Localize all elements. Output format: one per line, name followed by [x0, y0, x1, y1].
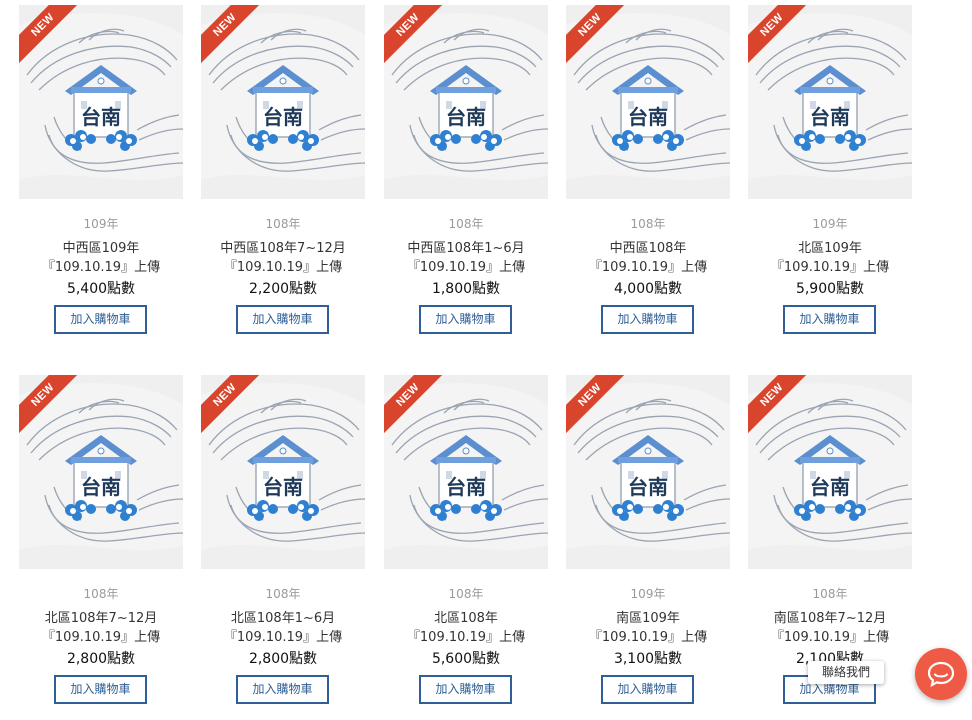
contact-us-button[interactable] — [915, 648, 967, 700]
product-thumbnail[interactable]: 台南 NEW — [201, 375, 365, 569]
product-thumbnail[interactable]: 台南 NEW — [384, 375, 548, 569]
product-title[interactable]: 中西區108年1~6月 — [384, 237, 548, 256]
product-points: 5,900點數 — [795, 281, 865, 297]
product-points: 5,600點數 — [431, 651, 501, 667]
product-title[interactable]: 南區108年7~12月 — [748, 607, 912, 626]
upload-date: 『109.10.19』上傳 — [41, 630, 161, 645]
product-year: 109年 — [83, 217, 119, 231]
product-title[interactable]: 北區109年 — [748, 237, 912, 256]
upload-date: 『109.10.19』上傳 — [588, 630, 708, 645]
product-year: 109年 — [630, 587, 666, 601]
product-thumbnail[interactable]: 台南 NEW — [566, 375, 730, 569]
product-points: 3,100點數 — [613, 651, 683, 667]
thumbnail-city-label: 台南 — [446, 475, 486, 499]
add-to-cart-button[interactable]: 加入購物車 — [236, 675, 329, 704]
product-thumbnail[interactable]: 台南 NEW — [566, 5, 730, 199]
upload-date: 『109.10.19』上傳 — [41, 260, 161, 275]
product-year: 108年 — [265, 217, 301, 231]
upload-date: 『109.10.19』上傳 — [406, 630, 526, 645]
add-to-cart-button[interactable]: 加入購物車 — [601, 675, 694, 704]
thumbnail-city-label: 台南 — [263, 105, 303, 129]
chat-icon — [927, 661, 955, 687]
add-to-cart-button[interactable]: 加入購物車 — [419, 675, 512, 704]
thumbnail-city-label: 台南 — [810, 475, 850, 499]
product-title[interactable]: 中西區108年7~12月 — [201, 237, 365, 256]
product-points: 1,800點數 — [431, 281, 501, 297]
thumbnail-city-label: 台南 — [628, 105, 668, 129]
product-thumbnail[interactable]: 台南 NEW — [748, 5, 912, 199]
add-to-cart-button[interactable]: 加入購物車 — [236, 305, 329, 334]
add-to-cart-button[interactable]: 加入購物車 — [419, 305, 512, 334]
thumbnail-city-label: 台南 — [263, 475, 303, 499]
product-title[interactable]: 北區108年7~12月 — [19, 607, 183, 626]
product-thumbnail[interactable]: 台南 NEW — [201, 5, 365, 199]
upload-date: 『109.10.19』上傳 — [588, 260, 708, 275]
upload-date: 『109.10.19』上傳 — [223, 630, 343, 645]
product-title[interactable]: 南區109年 — [566, 607, 730, 626]
thumbnail-city-label: 台南 — [446, 105, 486, 129]
product-points: 4,000點數 — [613, 281, 683, 297]
product-title[interactable]: 中西區109年 — [19, 237, 183, 256]
thumbnail-city-label: 台南 — [628, 475, 668, 499]
upload-date: 『109.10.19』上傳 — [406, 260, 526, 275]
product-points: 2,200點數 — [248, 281, 318, 297]
product-points: 2,800點數 — [248, 651, 318, 667]
upload-date: 『109.10.19』上傳 — [770, 630, 890, 645]
product-thumbnail[interactable]: 台南 NEW — [19, 375, 183, 569]
add-to-cart-button[interactable]: 加入購物車 — [54, 305, 147, 334]
thumbnail-city-label: 台南 — [810, 105, 850, 129]
product-thumbnail[interactable]: 台南 NEW — [384, 5, 548, 199]
product-year: 108年 — [812, 587, 848, 601]
upload-date: 『109.10.19』上傳 — [770, 260, 890, 275]
product-year: 108年 — [83, 587, 119, 601]
thumbnail-city-label: 台南 — [81, 105, 121, 129]
product-points: 2,800點數 — [66, 651, 136, 667]
thumbnail-city-label: 台南 — [81, 475, 121, 499]
product-year: 109年 — [812, 217, 848, 231]
product-points: 5,400點數 — [66, 281, 136, 297]
product-title[interactable]: 北區108年1~6月 — [201, 607, 365, 626]
product-year: 108年 — [448, 587, 484, 601]
add-to-cart-button[interactable]: 加入購物車 — [601, 305, 694, 334]
product-year: 108年 — [448, 217, 484, 231]
product-thumbnail[interactable]: 台南 NEW — [19, 5, 183, 199]
product-title[interactable]: 北區108年 — [384, 607, 548, 626]
product-year: 108年 — [265, 587, 301, 601]
add-to-cart-button[interactable]: 加入購物車 — [783, 305, 876, 334]
product-year: 108年 — [630, 217, 666, 231]
product-thumbnail[interactable]: 台南 NEW — [748, 375, 912, 569]
add-to-cart-button[interactable]: 加入購物車 — [54, 675, 147, 704]
upload-date: 『109.10.19』上傳 — [223, 260, 343, 275]
contact-us-label[interactable]: 聯絡我們 — [808, 661, 884, 684]
product-title[interactable]: 中西區108年 — [566, 237, 730, 256]
